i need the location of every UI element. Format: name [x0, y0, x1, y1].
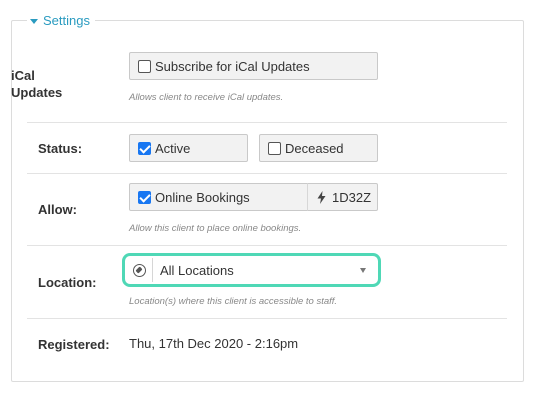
registered-label: Registered:	[38, 337, 110, 352]
location-icon-cell	[127, 258, 153, 282]
status-deceased-checkbox[interactable]: Deceased	[259, 134, 378, 162]
divider	[27, 173, 507, 174]
settings-toggle[interactable]: Settings	[27, 13, 95, 29]
ical-label-line2: Updates	[11, 85, 63, 100]
divider	[27, 122, 507, 123]
status-active-checkbox[interactable]: Active	[129, 134, 248, 162]
caret-down-icon	[30, 18, 38, 24]
checkbox-icon	[268, 141, 281, 155]
location-help-text: Location(s) where this client is accessi…	[129, 296, 338, 307]
booking-code: 1D32Z	[332, 189, 372, 205]
lightning-bolt-icon	[317, 190, 326, 204]
status-label: Status:	[38, 141, 83, 156]
status-active-label: Active	[155, 140, 191, 156]
divider	[27, 245, 507, 246]
checkbox-checked-icon	[138, 190, 151, 204]
ical-label: iCal Updates	[11, 67, 62, 101]
allow-help-text: Allow this client to place online bookin…	[129, 223, 302, 234]
location-select-focus-ring: All Locations	[122, 253, 381, 287]
chevron-down-icon	[360, 267, 366, 273]
registered-value: Thu, 17th Dec 2020 - 2:16pm	[129, 336, 299, 351]
divider	[27, 318, 507, 319]
location-selected-value: All Locations	[160, 262, 234, 278]
status-deceased-label: Deceased	[285, 140, 344, 156]
settings-legend-label: Settings	[43, 13, 90, 28]
allow-label: Allow:	[38, 202, 77, 217]
ical-subscribe-checkbox[interactable]: Subscribe for iCal Updates	[129, 52, 378, 80]
ical-label-line1: iCal	[11, 68, 35, 83]
checkbox-checked-icon	[138, 141, 151, 155]
location-label: Location:	[38, 275, 97, 290]
booking-code-addon: 1D32Z	[307, 183, 378, 211]
online-bookings-label: Online Bookings	[155, 189, 250, 205]
location-select[interactable]: All Locations	[127, 258, 376, 282]
ical-subscribe-label: Subscribe for iCal Updates	[155, 58, 310, 74]
online-bookings-checkbox[interactable]: Online Bookings	[129, 183, 308, 211]
ical-help-text: Allows client to receive iCal updates.	[129, 92, 284, 103]
checkbox-icon	[138, 59, 151, 73]
compass-icon	[133, 263, 146, 277]
